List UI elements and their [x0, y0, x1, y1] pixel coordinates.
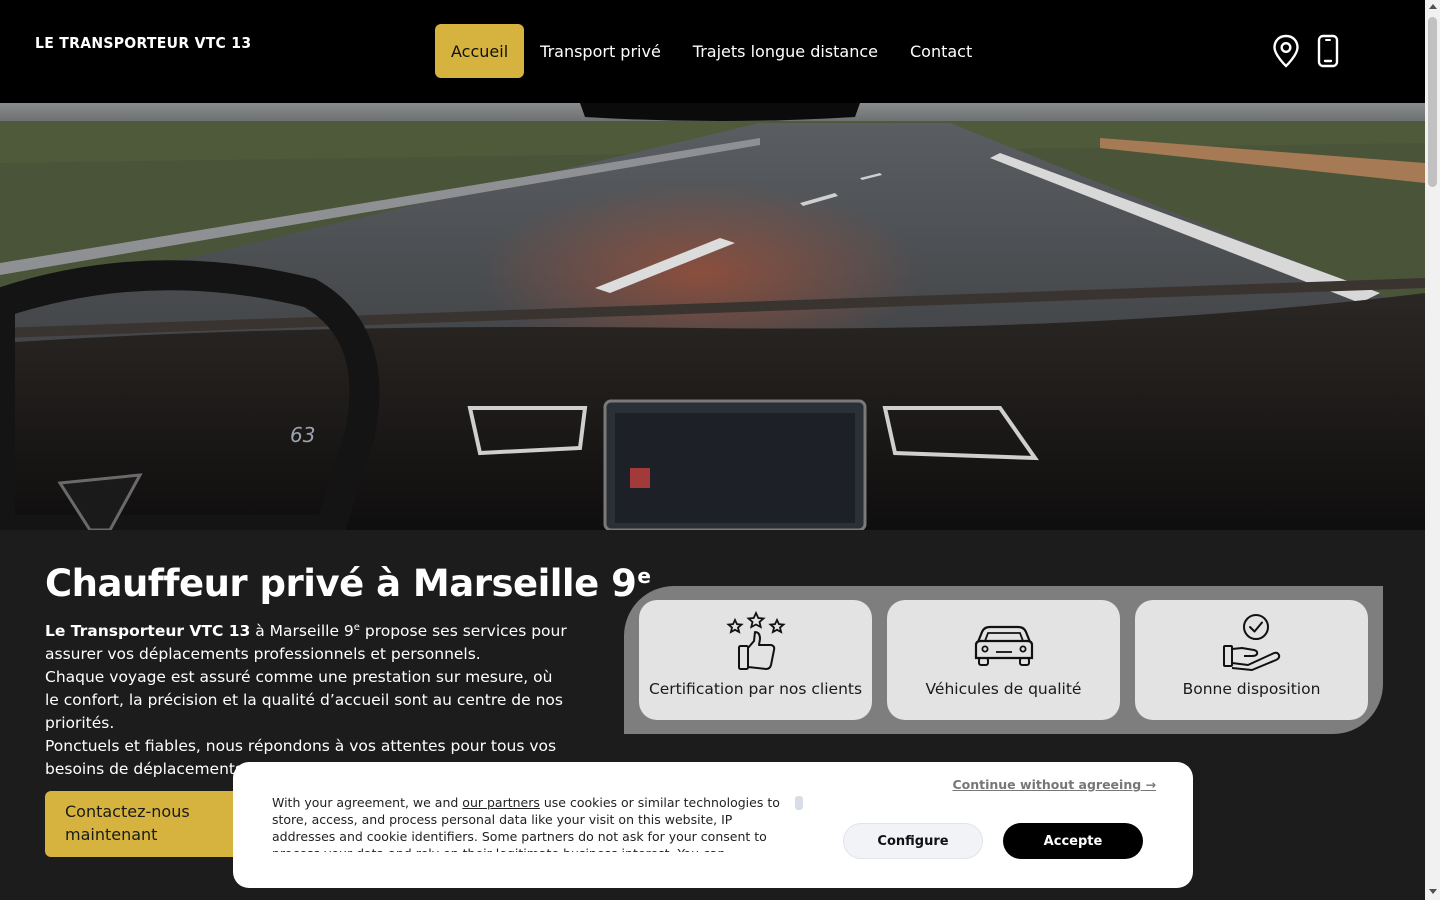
title-superscript: e [637, 563, 651, 588]
continue-without-agreeing-link[interactable]: Continue without agreeing → [952, 777, 1156, 792]
feature-card-vehicules: Véhicules de qualité [887, 600, 1120, 720]
header-icons [1272, 34, 1342, 68]
car-icon [972, 610, 1036, 676]
cookie-text-scroll-handle[interactable] [795, 796, 803, 810]
intro-brand: Le Transporteur VTC 13 [45, 622, 251, 641]
hand-check-icon [1220, 610, 1284, 676]
nav-trajets-longue-distance[interactable]: Trajets longue distance [677, 24, 894, 78]
intro-paragraph-2: Chaque voyage est assuré comme une prest… [45, 668, 563, 733]
phone-icon[interactable] [1314, 34, 1342, 68]
features-panel: Certification par nos clients Véhicules … [624, 586, 1383, 734]
feature-card-certification: Certification par nos clients [639, 600, 872, 720]
hero-image: 63 [0, 103, 1425, 530]
cookie-text[interactable]: With your agreement, we and our partners… [272, 794, 792, 852]
scroll-down-arrow-icon[interactable] [1429, 889, 1437, 894]
intro-text: Le Transporteur VTC 13 à Marseille 9e pr… [45, 616, 570, 781]
contact-cta-button[interactable]: Contactez-nous maintenant [45, 791, 245, 857]
map-pin-icon[interactable] [1272, 34, 1300, 68]
feature-label-vehicules: Véhicules de qualité [925, 680, 1082, 698]
intro-paragraph-1: Le Transporteur VTC 13 à Marseille 9e pr… [45, 622, 567, 664]
main-nav: Accueil Transport privé Trajets longue d… [435, 24, 988, 78]
thumbs-up-stars-icon [724, 610, 788, 676]
configure-button[interactable]: Configure [843, 823, 983, 859]
nav-transport-prive[interactable]: Transport privé [524, 24, 677, 78]
hero-illustration: 63 [0, 103, 1425, 530]
site-header: LE TRANSPORTEUR VTC 13 Accueil Transport… [0, 0, 1425, 103]
partners-link[interactable]: our partners [462, 795, 540, 810]
feature-label-disposition: Bonne disposition [1182, 680, 1321, 698]
accept-button[interactable]: Accepte [1003, 823, 1143, 859]
page-scrollbar[interactable] [1425, 0, 1440, 900]
speedometer-readout: 63 [290, 423, 315, 447]
nav-accueil[interactable]: Accueil [435, 24, 525, 78]
scrollbar-thumb[interactable] [1428, 17, 1437, 187]
site-logo[interactable]: LE TRANSPORTEUR VTC 13 [35, 36, 251, 53]
scroll-up-arrow-icon[interactable] [1429, 4, 1437, 9]
page-title: Chauffeur privé à Marseille 9e [45, 562, 651, 605]
feature-card-disposition: Bonne disposition [1135, 600, 1368, 720]
cookie-consent-banner: Continue without agreeing → With your ag… [233, 762, 1193, 888]
feature-label-certification: Certification par nos clients [648, 680, 863, 698]
nav-contact[interactable]: Contact [894, 24, 988, 78]
